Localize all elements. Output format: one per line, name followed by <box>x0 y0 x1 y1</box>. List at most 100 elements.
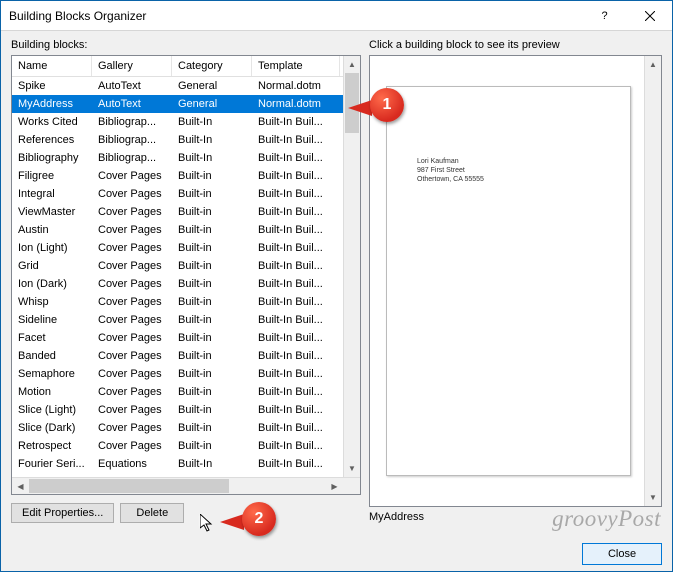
list-body: SpikeAutoTextGeneralNormal.dotmMyAddress… <box>12 77 360 494</box>
horizontal-scrollbar[interactable]: ◀ ▶ <box>12 477 360 494</box>
cell-gallery: Bibliograp... <box>92 152 172 164</box>
cell-name: Slice (Light) <box>12 404 92 416</box>
edit-properties-button[interactable]: Edit Properties... <box>11 503 114 523</box>
scroll-down-button[interactable]: ▼ <box>344 460 360 477</box>
table-row[interactable]: Works CitedBibliograp...Built-InBuilt-In… <box>12 113 360 131</box>
cell-name: Facet <box>12 332 92 344</box>
cell-template: Built-In Buil... <box>252 296 340 308</box>
cell-template: Built-In Buil... <box>252 242 340 254</box>
table-row[interactable]: GridCover PagesBuilt-inBuilt-In Buil... <box>12 257 360 275</box>
cell-gallery: Cover Pages <box>92 404 172 416</box>
preview-page: Lori Kaufman 987 First Street Othertown,… <box>386 86 631 476</box>
window-title: Building Blocks Organizer <box>9 9 582 23</box>
list-wrap: Name Gallery Category Template SpikeAuto… <box>11 55 361 495</box>
table-row[interactable]: ReferencesBibliograp...Built-InBuilt-In … <box>12 131 360 149</box>
cell-name: Slice (Dark) <box>12 422 92 434</box>
cell-gallery: Bibliograp... <box>92 134 172 146</box>
cell-template: Built-In Buil... <box>252 260 340 272</box>
cell-category: Built-in <box>172 296 252 308</box>
table-row[interactable]: RetrospectCover PagesBuilt-inBuilt-In Bu… <box>12 437 360 455</box>
close-window-button[interactable] <box>627 1 672 30</box>
cell-gallery: Cover Pages <box>92 260 172 272</box>
preview-box: Lori Kaufman 987 First Street Othertown,… <box>369 55 662 507</box>
list-header: Name Gallery Category Template <box>12 56 360 77</box>
cell-category: Built-in <box>172 278 252 290</box>
table-row[interactable]: SidelineCover PagesBuilt-inBuilt-In Buil… <box>12 311 360 329</box>
table-row[interactable]: MyAddressAutoTextGeneralNormal.dotm <box>12 95 360 113</box>
table-row[interactable]: WhispCover PagesBuilt-inBuilt-In Buil... <box>12 293 360 311</box>
column-header-category[interactable]: Category <box>172 56 252 76</box>
cell-name: Ion (Light) <box>12 242 92 254</box>
cell-category: Built-in <box>172 170 252 182</box>
cell-name: Ion (Dark) <box>12 278 92 290</box>
cell-gallery: Cover Pages <box>92 422 172 434</box>
table-row[interactable]: IntegralCover PagesBuilt-inBuilt-In Buil… <box>12 185 360 203</box>
table-row[interactable]: SemaphoreCover PagesBuilt-inBuilt-In Bui… <box>12 365 360 383</box>
table-row[interactable]: Ion (Dark)Cover PagesBuilt-inBuilt-In Bu… <box>12 275 360 293</box>
cell-template: Built-In Buil... <box>252 224 340 236</box>
table-row[interactable]: Slice (Light)Cover PagesBuilt-inBuilt-In… <box>12 401 360 419</box>
cell-name: Austin <box>12 224 92 236</box>
cell-gallery: Cover Pages <box>92 188 172 200</box>
table-row[interactable]: BandedCover PagesBuilt-inBuilt-In Buil..… <box>12 347 360 365</box>
cursor-icon <box>200 514 216 539</box>
vertical-scrollbar[interactable]: ▲ ▼ <box>343 56 360 477</box>
table-row[interactable]: SpikeAutoTextGeneralNormal.dotm <box>12 77 360 95</box>
close-icon <box>645 11 655 21</box>
cell-gallery: Equations <box>92 458 172 470</box>
column-header-name[interactable]: Name <box>12 56 92 76</box>
hscroll-track[interactable] <box>29 478 326 494</box>
cell-template: Built-In Buil... <box>252 368 340 380</box>
left-button-row: Edit Properties... Delete <box>11 503 361 523</box>
cell-category: Built-in <box>172 224 252 236</box>
cell-gallery: Cover Pages <box>92 170 172 182</box>
cell-category: Built-in <box>172 260 252 272</box>
cell-category: Built-in <box>172 422 252 434</box>
dialog-window: Building Blocks Organizer ? Building blo… <box>0 0 673 572</box>
cell-gallery: Cover Pages <box>92 278 172 290</box>
cell-name: Whisp <box>12 296 92 308</box>
cell-category: Built-In <box>172 134 252 146</box>
horizontal-scroll-thumb[interactable] <box>29 479 229 493</box>
delete-button[interactable]: Delete <box>120 503 184 523</box>
cell-template: Normal.dotm <box>252 98 340 110</box>
table-row[interactable]: AustinCover PagesBuilt-inBuilt-In Buil..… <box>12 221 360 239</box>
table-row[interactable]: Fourier Seri...EquationsBuilt-InBuilt-In… <box>12 455 360 473</box>
cell-gallery: Bibliograp... <box>92 116 172 128</box>
cell-template: Built-In Buil... <box>252 422 340 434</box>
cell-name: Banded <box>12 350 92 362</box>
cell-template: Built-In Buil... <box>252 152 340 164</box>
help-button[interactable]: ? <box>582 1 627 30</box>
cell-template: Built-In Buil... <box>252 278 340 290</box>
cell-category: Built-in <box>172 332 252 344</box>
table-row[interactable]: Ion (Light)Cover PagesBuilt-inBuilt-In B… <box>12 239 360 257</box>
building-blocks-list[interactable]: Name Gallery Category Template SpikeAuto… <box>11 55 361 495</box>
preview-scroll-down[interactable]: ▼ <box>645 489 661 506</box>
table-row[interactable]: MotionCover PagesBuilt-inBuilt-In Buil..… <box>12 383 360 401</box>
table-row[interactable]: Slice (Dark)Cover PagesBuilt-inBuilt-In … <box>12 419 360 437</box>
cell-gallery: Cover Pages <box>92 224 172 236</box>
cell-template: Normal.dotm <box>252 80 340 92</box>
column-header-template[interactable]: Template <box>252 56 340 76</box>
preview-scroll-up[interactable]: ▲ <box>645 56 661 73</box>
cell-category: Built-In <box>172 116 252 128</box>
preview-vertical-scrollbar[interactable]: ▲ ▼ <box>644 56 661 506</box>
cell-category: Built-in <box>172 350 252 362</box>
cell-name: Integral <box>12 188 92 200</box>
scroll-left-button[interactable]: ◀ <box>12 478 29 494</box>
cell-name: Bibliography <box>12 152 92 164</box>
table-row[interactable]: FacetCover PagesBuilt-inBuilt-In Buil... <box>12 329 360 347</box>
cell-category: Built-in <box>172 188 252 200</box>
table-row[interactable]: ViewMasterCover PagesBuilt-inBuilt-In Bu… <box>12 203 360 221</box>
scroll-right-button[interactable]: ▶ <box>326 478 343 494</box>
left-panel: Building blocks: Name Gallery Category T… <box>11 39 361 523</box>
close-button[interactable]: Close <box>582 543 662 565</box>
cell-name: Filigree <box>12 170 92 182</box>
cell-template: Built-In Buil... <box>252 386 340 398</box>
scroll-up-button[interactable]: ▲ <box>344 56 360 73</box>
table-row[interactable]: BibliographyBibliograp...Built-InBuilt-I… <box>12 149 360 167</box>
column-header-gallery[interactable]: Gallery <box>92 56 172 76</box>
cell-name: Grid <box>12 260 92 272</box>
cell-template: Built-In Buil... <box>252 350 340 362</box>
table-row[interactable]: FiligreeCover PagesBuilt-inBuilt-In Buil… <box>12 167 360 185</box>
